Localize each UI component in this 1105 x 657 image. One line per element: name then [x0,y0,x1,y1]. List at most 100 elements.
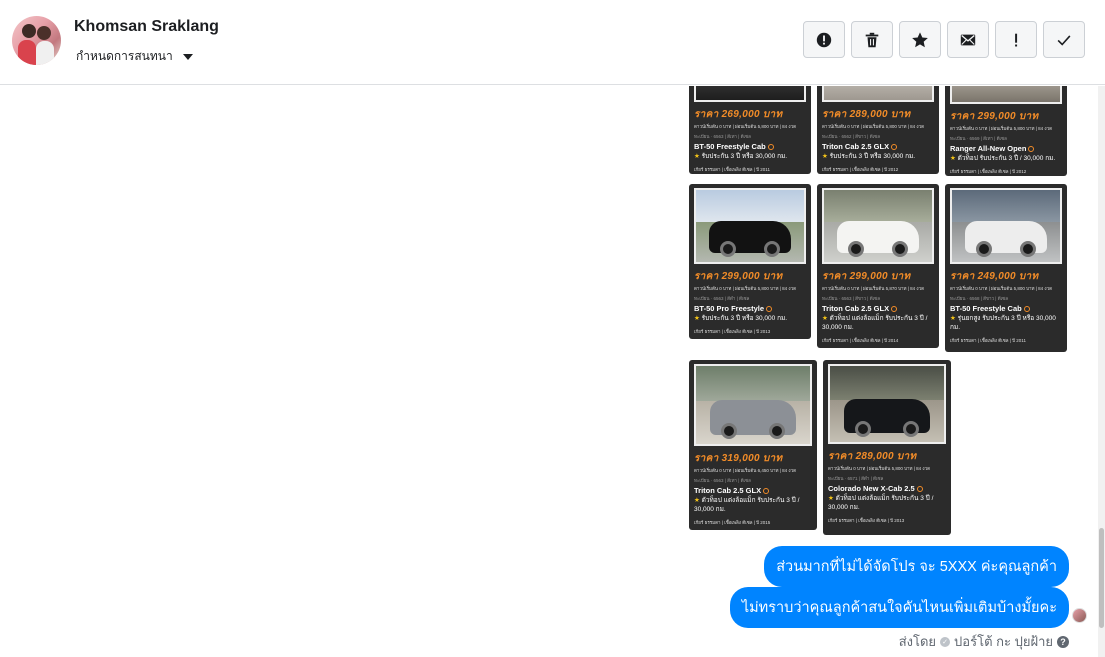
sent-by-name[interactable]: ปอร์โต้ กะ ปุยฝ้าย [954,631,1053,652]
car-photo [822,86,934,102]
car-warranty: ★ รุ่นยกสูง รับประกัน 3 ปี หรือ 30,000 ก… [950,315,1062,333]
car-photo [828,364,946,444]
car-footer: เกียร์ ธรรมดา | เชื้อเพลิง ดีเซล | ปี 20… [694,519,771,525]
star-icon: ★ [694,153,700,160]
envelope-icon [960,34,976,45]
verified-icon [767,144,774,151]
assign-label: กำหนดการสนทนา [76,49,173,63]
action-toolbar [803,21,1085,58]
star-icon: ★ [694,315,700,322]
car-model: BT-50 Freestyle Cab [950,304,1062,313]
car-model: BT-50 Freestyle Cab [694,142,806,151]
car-warranty: ★ ตัวท็อป แต่งล้อแม็ก รับประกัน 3 ปี / 3… [694,497,812,515]
car-model: Ranger All-New Open [950,144,1062,153]
follow-up-button[interactable] [995,21,1037,58]
message-text: ไม่ทราบว่าคุณลูกค้าสนใจคันไหนเพิ่มเติมบ้… [741,600,1057,616]
car-listing-image[interactable]: ราคา 269,000 บาท ดาวน์เริ่มต้น 0 บาท | ผ… [689,86,811,174]
star-icon: ★ [828,495,834,502]
car-price: ราคา 299,000 บาท [822,271,911,282]
car-warranty-text: ตัวท็อป รับประกัน 3 ปี / 30,000 กม. [957,155,1056,162]
car-model: Triton Cab 2.5 GLX [822,304,934,313]
car-spec: ทะเบียน · 6563 | สีดำ | ดีเซล [694,296,750,301]
car-price: ราคา 299,000 บาท [950,111,1039,122]
car-listing-image[interactable]: ราคา 299,000 บาท ดาวน์เริ่มต้น 0 บาท | ผ… [945,86,1067,176]
car-listing-image[interactable]: ราคา 289,000 บาท ดาวน์เริ่มต้น 0 บาท | ผ… [823,360,951,535]
car-warranty-text: รับประกัน 3 ปี หรือ 30,000 กม. [701,315,788,322]
car-photo [822,188,934,264]
verified-icon [1023,306,1030,313]
delete-button[interactable] [851,21,893,58]
car-listing-image[interactable]: ราคา 299,000 บาท ดาวน์เริ่มต้น 0 บาท | ผ… [689,184,811,339]
star-icon: ★ [694,497,700,504]
car-photo [694,188,806,264]
car-model: Colorado New X-Cab 2.5 [828,484,946,493]
car-spec: ทะเบียน · 6563 | สีเทา | ดีเซล [694,478,751,483]
message-bubble[interactable]: ไม่ทราบว่าคุณลูกค้าสนใจคันไหนเพิ่มเติมบ้… [729,587,1069,628]
contact-name[interactable]: Khomsan Sraklang [74,18,219,36]
help-icon[interactable]: ? [1057,635,1069,648]
car-warranty: ★ รับประกัน 3 ปี หรือ 30,000 กม. [694,153,806,162]
verified-icon [891,306,898,313]
car-model: Triton Cab 2.5 GLX [822,142,934,151]
verified-badge-icon: ✓ [940,636,951,647]
scrollbar-thumb[interactable] [1099,528,1104,628]
car-footer: เกียร์ ธรรมดา | เชื้อเพลิง ดีเซล | ปี 20… [828,517,905,523]
check-icon [1057,34,1071,46]
message-text: ส่วนมากที่ไม่ได้จัดโปร จะ 5XXX ค่ะคุณลูก… [776,559,1057,575]
car-model: BT-50 Pro Freestyle [694,304,806,313]
car-model-name: Triton Cab 2.5 GLX [694,486,762,495]
car-listing-image[interactable]: ราคา 299,000 บาท ดาวน์เริ่มต้น 0 บาท | ผ… [817,184,939,348]
car-warranty-text: รับประกัน 3 ปี หรือ 30,000 กม. [829,153,916,160]
star-icon: ★ [822,153,828,160]
car-warranty: ★ ตัวท็อป แต่งล้อแม็ก รับประกัน 3 ปี / 3… [822,315,934,333]
car-footer: เกียร์ ธรรมดา | เชื้อเพลิง ดีเซล | ปี 20… [950,168,1027,174]
car-installment: ดาวน์เริ่มต้น 0 บาท | ผ่อนเริ่มต้น 5,800… [694,124,797,129]
car-installment: ดาวน์เริ่มต้น 0 บาท | ผ่อนเริ่มต้น 5,800… [950,286,1053,291]
car-warranty: ★ ตัวท็อป รับประกัน 3 ปี / 30,000 กม. [950,155,1062,164]
seen-avatar [1072,608,1087,623]
mark-done-button[interactable] [1043,21,1085,58]
contact-avatar[interactable] [12,16,61,65]
car-warranty: ★ รับประกัน 3 ปี หรือ 30,000 กม. [822,153,934,162]
car-installment: ดาวน์เริ่มต้น 0 บาท | ผ่อนเริ่มต้น 5,800… [950,126,1053,131]
car-price: ราคา 319,000 บาท [694,453,783,464]
conversation-header: Khomsan Sraklang กำหนดการสนทนา [0,0,1105,85]
car-installment: ดาวน์เริ่มต้น 0 บาท | ผ่อนเริ่มต้น 5,800… [828,466,931,471]
car-model-name: Triton Cab 2.5 GLX [822,142,890,151]
car-footer: เกียร์ ธรรมดา | เชื้อเพลิง ดีเซล | ปี 20… [950,337,1026,343]
car-spec: ทะเบียน · 6568 | สีขาว | ดีเซล [950,296,1008,301]
car-warranty-text: ตัวท็อป แต่งล้อแม็ก รับประกัน 3 ปี / 30,… [828,495,934,511]
alert-circle-icon [816,32,832,47]
car-spec: ทะเบียน · 6569 | สีเทา | ดีเซล [950,136,1007,141]
car-listing-image[interactable]: ราคา 289,000 บาท ดาวน์เริ่มต้น 0 บาท | ผ… [817,86,939,174]
car-warranty-text: รุ่นยกสูง รับประกัน 3 ปี หรือ 30,000 กม. [950,315,1056,331]
car-price: ราคา 289,000 บาท [828,451,917,462]
car-footer: เกียร์ ธรรมดา | เชื้อเพลิง ดีเซล | ปี 20… [822,166,899,172]
star-icon: ★ [950,315,956,322]
sent-by-line: ส่งโดย ✓ ปอร์โต้ กะ ปุยฝ้าย ? [899,631,1069,652]
car-price: ราคา 289,000 บาท [822,109,911,120]
star-button[interactable] [899,21,941,58]
car-listing-image[interactable]: ราคา 319,000 บาท ดาวน์เริ่มต้น 0 บาท | ผ… [689,360,817,530]
car-installment: ดาวน์เริ่มต้น 0 บาท | ผ่อนเริ่มต้น 5,800… [694,286,797,291]
car-warranty-text: ตัวท็อป แต่งล้อแม็ก รับประกัน 3 ปี / 30,… [694,497,800,513]
car-photo [950,188,1062,264]
car-price: ราคา 249,000 บาท [950,271,1039,282]
mark-spam-button[interactable] [803,21,845,58]
verified-icon [916,486,923,493]
car-warranty-text: ตัวท็อป แต่งล้อแม็ก รับประกัน 3 ปี / 30,… [822,315,928,331]
car-photo [694,86,806,102]
message-bubble[interactable]: ส่วนมากที่ไม่ได้จัดโปร จะ 5XXX ค่ะคุณลูก… [764,546,1069,587]
car-spec: ทะเบียน · 6563 | สีเทา | ดีเซล [694,134,751,139]
car-spec: ทะเบียน · 6563 | สีขาว | ดีเซล [822,296,880,301]
car-price: ราคา 299,000 บาท [694,271,783,282]
car-model: Triton Cab 2.5 GLX [694,486,812,495]
assign-conversation-dropdown[interactable]: กำหนดการสนทนา [76,47,193,66]
verified-icon [766,306,773,313]
car-listing-image[interactable]: ราคา 249,000 บาท ดาวน์เริ่มต้น 0 บาท | ผ… [945,184,1067,352]
star-icon: ★ [950,155,956,162]
car-model-name: Triton Cab 2.5 GLX [822,304,890,313]
scrollbar[interactable] [1098,86,1105,657]
exclamation-icon [1015,33,1018,46]
mark-unread-button[interactable] [947,21,989,58]
